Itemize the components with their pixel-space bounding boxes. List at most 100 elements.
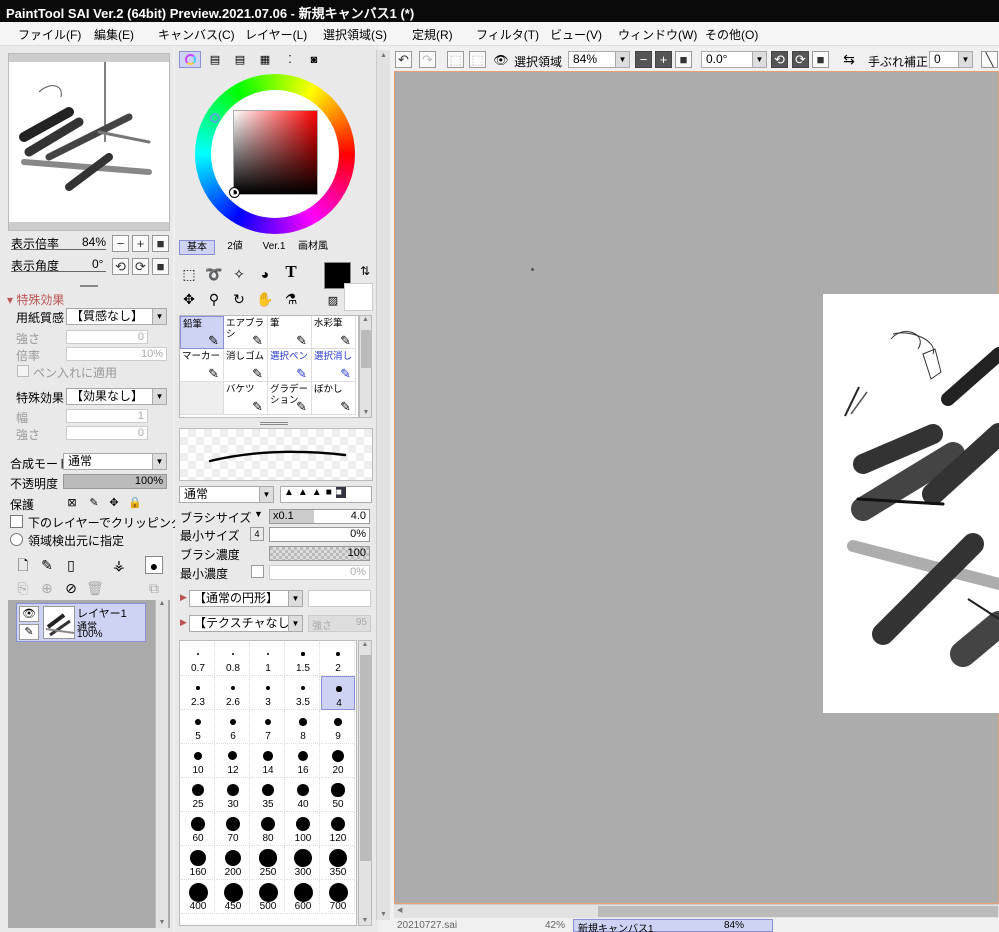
zoom-tool-icon[interactable]: ⚲ <box>205 290 223 308</box>
brush-size-cell[interactable]: 10 <box>181 744 215 778</box>
menu-edit[interactable]: 編集(E) <box>94 26 134 43</box>
color-marker[interactable] <box>229 187 240 198</box>
tool-slot[interactable]: エアブラシ ✎ <box>224 316 268 349</box>
menu-file[interactable]: ファイル(F) <box>18 26 81 43</box>
merge-down-icon[interactable]: ⊕ <box>38 579 56 597</box>
new-folder-icon[interactable]: ▯ <box>62 556 80 574</box>
brush-size-cell[interactable]: 3 <box>251 676 285 710</box>
tool-grid-scrollbar[interactable]: ▲ ▼ <box>359 315 372 418</box>
canvas-h-scrollbar[interactable]: ◀ <box>394 904 999 918</box>
document-tab-2[interactable]: 新規キャンバス1 84% <box>573 919 773 932</box>
brush-size-cell[interactable]: 100 <box>286 812 320 846</box>
tool-slot[interactable]: ぼかし ✎ <box>312 382 356 415</box>
brush-size-cell[interactable]: 2.3 <box>181 676 215 710</box>
menu-layer[interactable]: レイヤー(L) <box>245 26 307 43</box>
layer-scrollbar[interactable]: ▲ ▼ <box>155 600 168 928</box>
tab-ver1[interactable]: Ver.1 <box>256 240 292 255</box>
brush-size-cell[interactable]: 450 <box>216 880 250 914</box>
brush-size-cell[interactable]: 160 <box>181 846 215 880</box>
brush-size-cell[interactable]: 14 <box>251 744 285 778</box>
layer-pen-icon[interactable]: ✎ <box>19 624 39 640</box>
brush-size-cell[interactable]: 80 <box>251 812 285 846</box>
blend-select[interactable]: 通常 ▼ <box>63 453 167 470</box>
layer-mask-icon[interactable]: ● <box>145 556 163 574</box>
undo-button[interactable]: ↶ <box>395 51 412 68</box>
brush-size-cell[interactable]: 500 <box>251 880 285 914</box>
flip-horizontal-icon[interactable]: ⇆ <box>840 50 858 68</box>
user-color-tab[interactable]: ◙ <box>305 51 323 69</box>
brush-size-cell[interactable]: 1.5 <box>286 642 320 676</box>
panel-scrollbar[interactable]: ▲ ▼ <box>376 50 390 920</box>
tool-slot[interactable]: バケツ ✎ <box>224 382 268 415</box>
brush-size-cell[interactable]: 700 <box>321 880 355 914</box>
tab-material[interactable]: 画材風 <box>295 240 331 255</box>
angle-slider[interactable] <box>11 271 106 272</box>
source-radio[interactable] <box>10 533 23 546</box>
brush-size-slider[interactable]: x0.1 4.0 <box>269 509 370 524</box>
opacity-slider[interactable]: 100% <box>63 474 167 489</box>
hand-tool-icon[interactable]: ✋ <box>256 290 274 308</box>
brush-size-cell[interactable]: 16 <box>286 744 320 778</box>
brush-size-cell[interactable]: 2.6 <box>216 676 250 710</box>
eyedropper-icon[interactable]: ⚗ <box>282 290 300 308</box>
new-pen-layer-icon[interactable]: ✎ <box>38 556 56 574</box>
navigator-preview[interactable] <box>8 53 170 231</box>
transparent-color-icon[interactable]: ▨ <box>324 292 342 310</box>
color-wheel-tab[interactable] <box>179 51 201 68</box>
menu-window[interactable]: ウィンドウ(W) <box>618 26 697 43</box>
protect-lock-icon[interactable]: 🔒 <box>126 494 144 512</box>
brush-size-cell[interactable]: 9 <box>321 710 355 744</box>
canvas-zoom-out-button[interactable]: − <box>635 51 652 68</box>
stabilizer-select[interactable]: 0 ▼ <box>929 51 973 68</box>
tool-slot[interactable]: 水彩筆 ✎ <box>312 316 356 349</box>
layer-visibility-icon[interactable]: 👁 <box>19 606 39 622</box>
brush-size-cell[interactable]: 5 <box>181 710 215 744</box>
rotate-left-button[interactable]: ⟲ <box>112 258 129 275</box>
brush-size-cell[interactable]: 4 <box>321 676 355 710</box>
paper-select[interactable]: 【質感なし】 ▼ <box>66 308 167 325</box>
scratchpad-tab[interactable]: ⁚ <box>281 51 299 69</box>
panel-splitter-2[interactable] <box>260 422 288 425</box>
panel-splitter[interactable] <box>80 285 98 287</box>
brush-size-cell[interactable]: 1 <box>251 642 285 676</box>
tool-slot[interactable] <box>180 382 224 415</box>
pressure-size-icon[interactable]: 4 <box>250 527 264 541</box>
redo-button[interactable]: ↷ <box>419 51 436 68</box>
swap-colors-icon[interactable]: ⇅ <box>356 262 374 280</box>
canvas-zoom-in-button[interactable]: + <box>655 51 672 68</box>
density-slider[interactable]: 100 <box>269 546 370 561</box>
hue-marker[interactable] <box>210 113 220 123</box>
strength2-field[interactable]: 0 <box>66 426 148 440</box>
tool-slot[interactable]: グラデーション ✎ <box>268 382 312 415</box>
merge-visible-icon[interactable]: ⧉ <box>145 579 163 597</box>
brush-size-cell[interactable]: 20 <box>321 744 355 778</box>
new-layer-icon[interactable]: 🗋 <box>14 556 32 574</box>
swatch-tab[interactable]: ▦ <box>256 51 274 69</box>
canvas-angle-select[interactable]: 0.0° ▼ <box>701 51 767 68</box>
rgb-slider-tab[interactable]: ▤ <box>206 51 224 69</box>
selection-visibility-icon[interactable]: 👁 <box>492 51 510 69</box>
rect-select-icon[interactable]: ⬚ <box>180 265 198 283</box>
size-grid-scrollbar[interactable]: ▲ ▼ <box>358 640 372 926</box>
brush-size-cell[interactable]: 12 <box>216 744 250 778</box>
strength-field[interactable]: 0 <box>66 330 148 344</box>
brush-size-cell[interactable]: 2 <box>321 642 355 676</box>
rotate-reset-button[interactable]: ■ <box>152 258 169 275</box>
layer-effect-icon[interactable]: ⚶ <box>110 556 128 574</box>
brush-size-dropdown[interactable]: ▼ <box>254 509 263 519</box>
brush-size-cell[interactable]: 60 <box>181 812 215 846</box>
canvas-rotate-left-button[interactable]: ⟲ <box>771 51 788 68</box>
min-density-slider[interactable]: 0% <box>269 565 370 580</box>
brush-size-cell[interactable]: 0.7 <box>181 642 215 676</box>
brush-size-cell[interactable]: 120 <box>321 812 355 846</box>
brush-texture-select[interactable]: 【テクスチャなし】 ▼ <box>189 615 303 632</box>
brush-size-cell[interactable]: 40 <box>286 778 320 812</box>
magic-wand-icon[interactable]: ✧ <box>230 265 248 283</box>
saturation-value-square[interactable] <box>233 110 318 195</box>
zoom-slider[interactable] <box>11 249 106 250</box>
texture-expand-icon[interactable]: ▶ <box>180 617 187 628</box>
brush-size-cell[interactable]: 300 <box>286 846 320 880</box>
protect-pen-icon[interactable]: ✎ <box>85 494 103 512</box>
scale-field[interactable]: 10% <box>66 347 167 361</box>
brush-size-cell[interactable]: 0.8 <box>216 642 250 676</box>
